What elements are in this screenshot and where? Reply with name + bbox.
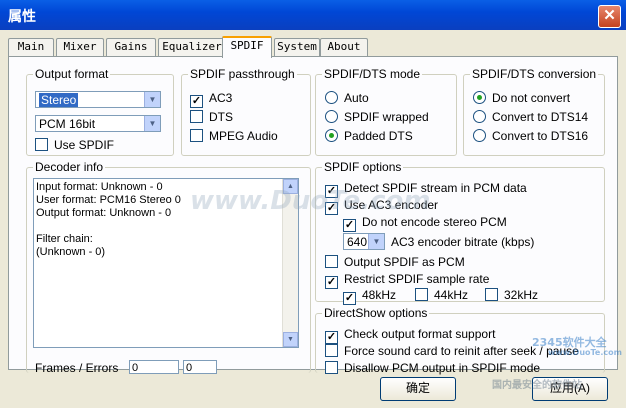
checkbox-label: DTS xyxy=(209,110,233,124)
checkbox-label: Disallow PCM output in SPDIF mode xyxy=(344,361,541,375)
window-title: 属性 xyxy=(8,9,36,25)
spdif-options-label: SPDIF options xyxy=(322,160,404,174)
radio-label: Padded DTS xyxy=(344,129,413,143)
output-format-label: Output format xyxy=(33,67,111,81)
tab-spdif[interactable]: SPDIF xyxy=(222,36,272,58)
convert-dts14-radio[interactable]: Convert to DTS14 xyxy=(473,109,588,125)
checkbox-label: AC3 xyxy=(209,91,233,105)
radio-icon xyxy=(325,91,338,104)
radio-label: Do not convert xyxy=(492,91,571,105)
radio-selected-icon xyxy=(473,91,486,104)
scroll-down-icon[interactable]: ▼ xyxy=(283,332,298,347)
close-button[interactable]: ✕ xyxy=(598,5,621,28)
checkmark-icon: ✓ xyxy=(190,95,203,108)
disallow-pcm-checkbox[interactable]: Disallow PCM output in SPDIF mode xyxy=(325,360,540,376)
no-stereo-pcm-checkbox[interactable]: ✓ Do not encode stereo PCM xyxy=(343,214,507,232)
checkbox-label: 48kHz xyxy=(362,288,397,302)
dts-mode-padded-radio[interactable]: Padded DTS xyxy=(325,128,413,144)
radio-icon xyxy=(325,110,338,123)
radio-label: Auto xyxy=(344,91,369,105)
restrict-sample-rate-checkbox[interactable]: ✓ Restrict SPDIF sample rate xyxy=(325,271,490,289)
do-not-convert-radio[interactable]: Do not convert xyxy=(473,90,570,106)
dts-mode-group: SPDIF/DTS mode Auto SPDIF wrapped Padded… xyxy=(315,67,457,156)
dts-mode-wrapped-radio[interactable]: SPDIF wrapped xyxy=(325,109,429,125)
output-spdif-pcm-checkbox[interactable]: Output SPDIF as PCM xyxy=(325,254,465,270)
checkbox-label: Check output format support xyxy=(344,327,496,341)
chevron-down-icon: ▼ xyxy=(144,92,160,107)
watermark-duote: www.DuoTe.com xyxy=(190,186,431,216)
tab-gains[interactable]: Gains xyxy=(106,38,156,56)
check-format-checkbox[interactable]: ✓ Check output format support xyxy=(325,326,496,344)
tab-about[interactable]: About xyxy=(320,38,368,56)
use-spdif-checkbox[interactable]: Use SPDIF xyxy=(35,137,114,153)
decoder-info-text: Input format: Unknown - 0 User format: P… xyxy=(36,181,181,258)
passthrough-label: SPDIF passthrough xyxy=(188,67,297,81)
checkbox-icon xyxy=(190,129,203,142)
tab-mixer[interactable]: Mixer xyxy=(56,38,104,56)
checkbox-icon xyxy=(415,288,428,301)
directshow-options-label: DirectShow options xyxy=(322,306,430,320)
passthrough-group: SPDIF passthrough ✓ AC3 DTS MPEG Audio xyxy=(181,67,311,156)
ac3-bitrate-label: AC3 encoder bitrate (kbps) xyxy=(391,235,535,249)
checkbox-label: Output SPDIF as PCM xyxy=(344,255,465,269)
checkmark-icon: ✓ xyxy=(325,276,338,289)
radio-label: SPDIF wrapped xyxy=(344,110,429,124)
ac3-bitrate-select[interactable]: 640 ▼ xyxy=(343,233,385,250)
use-spdif-label: Use SPDIF xyxy=(54,138,115,152)
chevron-down-icon: ▼ xyxy=(368,234,384,249)
passthrough-mpeg-checkbox[interactable]: MPEG Audio xyxy=(190,128,278,144)
passthrough-dts-checkbox[interactable]: DTS xyxy=(190,109,233,125)
checkbox-icon xyxy=(35,138,48,151)
watermark-brand-sub: 国内最安全的软件站 xyxy=(492,380,582,391)
checkbox-label: 44kHz xyxy=(434,288,469,302)
dts-mode-label: SPDIF/DTS mode xyxy=(322,67,423,81)
watermark-brand-url: www.DuoTe.com xyxy=(548,348,622,357)
radio-label: Convert to DTS16 xyxy=(492,129,589,143)
dts-mode-auto-radio[interactable]: Auto xyxy=(325,90,369,106)
rate-44khz-checkbox[interactable]: 44kHz xyxy=(415,287,468,303)
bit-depth-value: PCM 16bit xyxy=(39,117,96,131)
checkbox-label: Do not encode stereo PCM xyxy=(362,215,507,229)
checkbox-icon xyxy=(325,361,338,374)
frames-field: 0 xyxy=(129,360,179,374)
checkbox-label: 32kHz xyxy=(504,288,539,302)
checkmark-icon: ✓ xyxy=(343,292,356,305)
errors-field: 0 xyxy=(183,360,217,374)
rate-32khz-checkbox[interactable]: 32kHz xyxy=(485,287,538,303)
checkbox-icon xyxy=(325,344,338,357)
convert-dts16-radio[interactable]: Convert to DTS16 xyxy=(473,128,588,144)
checkbox-icon xyxy=(325,255,338,268)
rate-48khz-checkbox[interactable]: ✓ 48kHz xyxy=(343,287,397,305)
bit-depth-select[interactable]: PCM 16bit ▼ xyxy=(35,115,161,132)
checkbox-label: MPEG Audio xyxy=(209,129,278,143)
tab-equalizer[interactable]: Equalizer xyxy=(158,38,226,56)
dts-conversion-group: SPDIF/DTS conversion Do not convert Conv… xyxy=(463,67,605,156)
checkbox-icon xyxy=(485,288,498,301)
radio-label: Convert to DTS14 xyxy=(492,110,589,124)
checkbox-icon xyxy=(190,110,203,123)
output-format-value: Stereo xyxy=(39,93,79,107)
checkbox-label: Restrict SPDIF sample rate xyxy=(344,272,490,286)
tab-main[interactable]: Main xyxy=(8,38,54,56)
ac3-bitrate-value: 640 xyxy=(347,235,368,249)
radio-selected-icon xyxy=(325,129,338,142)
title-bar: 属性 ✕ xyxy=(0,0,626,30)
ok-button[interactable]: 确定 xyxy=(380,377,456,401)
decoder-info-label: Decoder info xyxy=(33,160,106,174)
output-format-select[interactable]: Stereo ▼ xyxy=(35,91,161,108)
tab-system[interactable]: System xyxy=(274,38,320,56)
frames-errors-label: Frames / Errors xyxy=(35,361,119,375)
radio-icon xyxy=(473,129,486,142)
chevron-down-icon: ▼ xyxy=(144,116,160,131)
dts-conversion-label: SPDIF/DTS conversion xyxy=(470,67,599,81)
checkmark-icon: ✓ xyxy=(343,219,356,232)
passthrough-ac3-checkbox[interactable]: ✓ AC3 xyxy=(190,90,233,108)
output-format-group: Output format Stereo ▼ PCM 16bit ▼ Use S… xyxy=(26,67,174,156)
close-icon: ✕ xyxy=(603,7,616,24)
radio-icon xyxy=(473,110,486,123)
